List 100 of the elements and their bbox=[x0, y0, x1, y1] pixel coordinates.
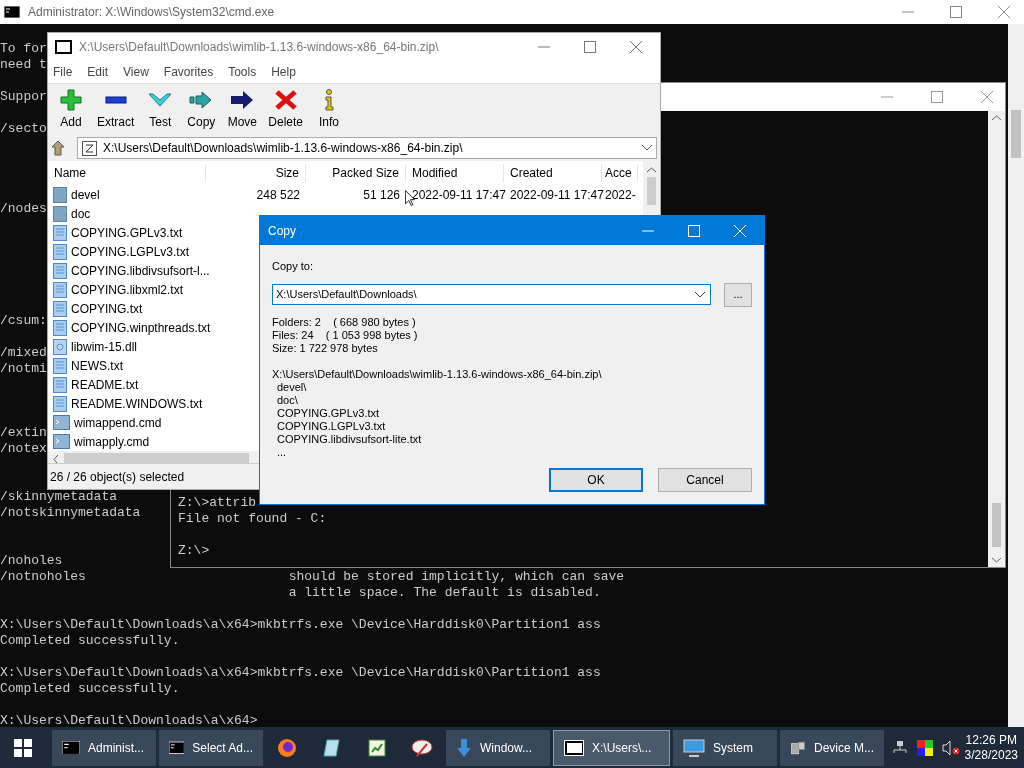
console-line: /noholes bbox=[0, 553, 63, 569]
app-logo bbox=[55, 40, 72, 54]
file-name[interactable]: COPYING.libxml2.txt bbox=[71, 280, 184, 299]
menu-item[interactable]: Edit bbox=[87, 63, 109, 81]
scrollbar[interactable] bbox=[988, 111, 1005, 567]
console-line: /mixed bbox=[0, 345, 47, 361]
address-field[interactable]: X:\Users\Default\Downloads\wimlib-1.13.6-windows-x86_64-bin.zip\ bbox=[77, 137, 657, 159]
scroll-up-icon[interactable] bbox=[992, 115, 1001, 121]
toolbar-button[interactable]: Move bbox=[223, 88, 262, 131]
menu-item[interactable]: Help bbox=[271, 63, 296, 81]
notepad-icon bbox=[322, 737, 342, 758]
column-header[interactable]: Name bbox=[48, 164, 206, 182]
console-line: Completed successfully. bbox=[0, 633, 180, 649]
taskbar-button[interactable]: System bbox=[673, 729, 777, 766]
file-name[interactable]: README.WINDOWS.txt bbox=[71, 394, 203, 413]
file-name[interactable]: COPYING.libdivsufsort-l... bbox=[71, 261, 210, 280]
library-file-icon bbox=[53, 338, 67, 355]
toolbar-button[interactable]: Info bbox=[310, 88, 349, 131]
taskbar-button[interactable]: Select Ad... bbox=[159, 729, 263, 766]
file-name[interactable]: COPYING.winpthreads.txt bbox=[71, 318, 211, 337]
console-line: need t bbox=[0, 57, 47, 73]
file-name[interactable]: COPYING.txt bbox=[71, 299, 143, 318]
console-line: /notskinnymetadata bbox=[0, 505, 141, 521]
document-icon bbox=[53, 319, 67, 336]
column-header[interactable]: Size bbox=[206, 164, 306, 182]
console-line: /extin bbox=[0, 425, 47, 441]
volume-muted-icon[interactable] bbox=[942, 739, 960, 756]
taskbar-button[interactable]: Window... bbox=[446, 729, 550, 766]
console-icon bbox=[4, 6, 20, 18]
toolbar-button[interactable]: Delete bbox=[264, 88, 308, 131]
file-name[interactable]: wimappend.cmd bbox=[74, 413, 162, 432]
close-icon[interactable] bbox=[998, 6, 1010, 18]
table-cell-text: 2022-09-11 17:47 bbox=[412, 186, 506, 204]
maximize-icon[interactable] bbox=[950, 6, 962, 18]
file-name[interactable]: COPYING.GPLv3.txt bbox=[71, 223, 183, 242]
listing-line: COPYING.LGPLv3.txt bbox=[276, 419, 386, 433]
palette-icon bbox=[411, 737, 433, 758]
menu-item[interactable]: File bbox=[53, 63, 73, 81]
field-label: Copy to: bbox=[272, 259, 314, 274]
taskbar-button[interactable]: Device M... bbox=[780, 729, 884, 766]
file-name[interactable]: libwim-15.dll bbox=[71, 337, 138, 356]
scrollbar-thumb[interactable] bbox=[992, 503, 1001, 547]
taskbar-button[interactable]: Administ... bbox=[52, 729, 156, 766]
scrollbar-thumb[interactable] bbox=[1011, 110, 1021, 158]
console-line: /notnoholes should be stored implicitly, which can save bbox=[0, 569, 625, 585]
listing-line: devel\ bbox=[276, 380, 307, 394]
file-name[interactable]: devel bbox=[71, 185, 100, 204]
column-header[interactable]: Packed Size bbox=[306, 164, 406, 182]
scroll-down-icon[interactable] bbox=[992, 557, 1001, 563]
console-line: a little space. The default is disabled. bbox=[287, 585, 601, 601]
close-icon[interactable] bbox=[630, 41, 642, 53]
document-icon bbox=[53, 395, 67, 412]
toolbar-button[interactable]: Copy bbox=[182, 88, 221, 131]
dialog-button[interactable]: OK bbox=[549, 467, 643, 492]
close-icon[interactable] bbox=[981, 91, 993, 103]
scrollbar-thumb[interactable] bbox=[647, 177, 656, 205]
document-icon bbox=[53, 357, 67, 374]
column-header[interactable]: Acce bbox=[602, 164, 638, 182]
table-cell-text: 51 126 bbox=[363, 186, 400, 204]
clock[interactable]: 12:26 PM 3/28/2023 bbox=[964, 732, 1018, 763]
file-name[interactable]: doc bbox=[71, 204, 91, 223]
toolbar-button[interactable]: Add bbox=[52, 88, 90, 131]
listing-line: COPYING.libdivsufsort-lite.txt bbox=[276, 432, 422, 446]
column-header[interactable]: Modified bbox=[406, 164, 504, 182]
console-line: /notmi bbox=[0, 361, 47, 377]
color-icon[interactable] bbox=[917, 739, 933, 756]
document-icon bbox=[53, 224, 67, 241]
dialog-button[interactable]: Cancel bbox=[658, 467, 752, 492]
file-name[interactable]: wimapply.cmd bbox=[74, 432, 150, 451]
windows-logo-icon bbox=[14, 738, 32, 757]
menu-item[interactable]: Tools bbox=[228, 63, 257, 81]
file-name[interactable]: NEWS.txt bbox=[71, 356, 123, 375]
file-name[interactable]: README.txt bbox=[71, 375, 139, 394]
column-header[interactable]: Created bbox=[504, 164, 602, 182]
listing-line: ... bbox=[276, 445, 287, 459]
destination-field[interactable]: X:\Users\Default\Downloads\ bbox=[272, 284, 711, 305]
scrollbar[interactable] bbox=[1008, 24, 1024, 727]
chevron-down-icon[interactable] bbox=[695, 291, 705, 298]
menu-item[interactable]: View bbox=[123, 63, 149, 81]
document-icon bbox=[53, 262, 67, 279]
browse-button[interactable]: ... bbox=[724, 282, 752, 307]
maximize-icon[interactable] bbox=[584, 41, 596, 53]
toolbar-button[interactable]: Test bbox=[141, 88, 180, 131]
maximize-icon[interactable] bbox=[931, 91, 943, 103]
scroll-left-icon[interactable] bbox=[53, 455, 59, 463]
scrollbar-thumb[interactable] bbox=[64, 453, 249, 463]
console-line: X:\Users\Default\Downloads\a\x64>mkbtrfs.exe \Device\Harddisk0\Partition1 ass bbox=[0, 617, 601, 633]
window-title: Copy bbox=[268, 222, 296, 240]
taskbar-button[interactable]: X:\Users\... bbox=[553, 729, 670, 766]
toolbar-button[interactable]: Extract bbox=[93, 88, 139, 131]
document-icon bbox=[53, 376, 67, 393]
scroll-up-icon[interactable] bbox=[647, 167, 656, 173]
summary-line: Folders: 2 ( 668 980 bytes ) bbox=[272, 315, 416, 329]
file-name[interactable]: COPYING.LGPLv3.txt bbox=[71, 242, 190, 261]
chevron-down-icon[interactable] bbox=[642, 145, 652, 151]
mouse-pointer-icon bbox=[405, 190, 415, 206]
globe-icon bbox=[277, 737, 297, 758]
menu-item[interactable]: Favorites bbox=[163, 63, 214, 81]
network-icon[interactable] bbox=[892, 739, 908, 756]
window-title: Administrator: X:\Windows\System32\cmd.exe bbox=[28, 4, 275, 21]
